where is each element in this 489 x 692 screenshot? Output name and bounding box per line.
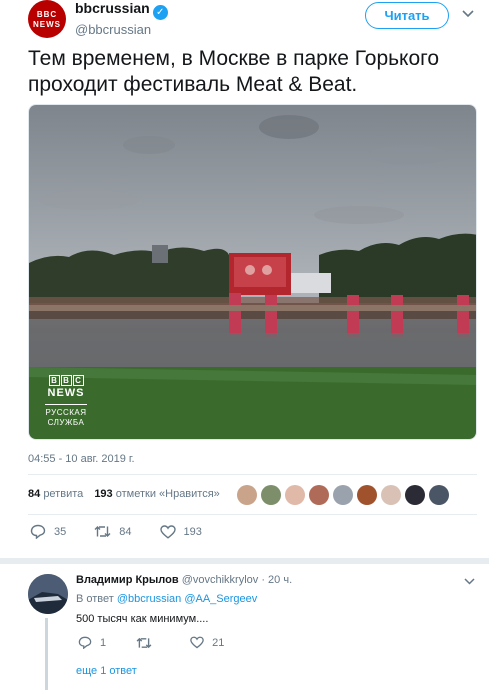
reply-count: 35 (54, 525, 67, 538)
author-block: bbcrussian ✓ @bbcrussian (75, 0, 168, 37)
retweet-icon (136, 637, 152, 648)
avatar-bbc-text: BBC (36, 10, 58, 19)
liker-avatar[interactable] (261, 485, 281, 505)
tweet-text: Тем временем, в Москве в парке Горького … (28, 47, 440, 96)
bbc-letter: B (48, 375, 60, 386)
like-count: 21 (212, 636, 225, 649)
like-button[interactable]: 21 (190, 636, 224, 649)
bbc-news-text: NEWS (47, 387, 85, 399)
park-scene-image (29, 105, 476, 439)
liker-avatar[interactable] (381, 485, 401, 505)
reply-button[interactable]: 1 (78, 636, 106, 649)
show-more-replies-link[interactable]: еще 1 ответ (76, 665, 137, 677)
liker-avatar[interactable] (333, 485, 353, 505)
verified-badge-icon: ✓ (152, 5, 168, 20)
avatar-news-text: NEWS (33, 20, 61, 29)
retweet-stat-label: ретвита (43, 488, 84, 500)
watermark-line-1: РУССКАЯ (45, 408, 87, 417)
reply-icon (30, 524, 46, 539)
tweet-actions: 35 84 193 (30, 524, 230, 539)
liker-avatar[interactable] (429, 485, 449, 505)
reply-icon (78, 636, 92, 649)
retweet-button[interactable] (136, 636, 160, 649)
reply-author-handle[interactable]: @vovchikkrylov (182, 574, 259, 586)
heart-icon (190, 636, 204, 649)
avatar[interactable]: BBC NEWS (28, 0, 66, 38)
chevron-down-icon[interactable] (464, 574, 475, 588)
tweet-stats: 84 ретвита 193 отметки «Нравится» (28, 488, 228, 500)
reply-to-line: В ответ @bbcrussian @AA_Sergeev (76, 593, 257, 605)
avatar[interactable] (28, 574, 68, 614)
bbc-letter: C (72, 375, 84, 386)
section-divider (0, 558, 489, 564)
reply-to-prefix: В ответ (76, 593, 114, 605)
liker-avatar[interactable] (237, 485, 257, 505)
retweet-stat-count: 84 (28, 488, 41, 500)
likes-stat[interactable]: 193 отметки «Нравится» (94, 488, 219, 500)
reply-count: 1 (100, 636, 107, 649)
follow-button[interactable]: Читать (365, 2, 449, 29)
heart-icon (159, 524, 176, 539)
tweet-timestamp[interactable]: 04:55 - 10 авг. 2019 г. (28, 453, 135, 465)
retweet-count: 84 (119, 525, 132, 538)
reply-button[interactable]: 35 (30, 524, 66, 539)
reply-header: Владимир Крылов @vovchikkrylov · 20 ч. (76, 574, 292, 586)
reply-actions: 1 21 (78, 636, 254, 649)
watermark-line-2: СЛУЖБА (47, 418, 85, 427)
divider (28, 474, 477, 475)
author-handle[interactable]: @bbcrussian (75, 22, 168, 37)
tweet-photo[interactable]: B B C NEWS РУССКАЯ СЛУЖБА (28, 104, 477, 440)
reply-author-name[interactable]: Владимир Крылов (76, 574, 179, 586)
like-button[interactable]: 193 (159, 524, 202, 539)
mention-link[interactable]: @bbcrussian (117, 593, 181, 605)
likes-stat-label: отметки «Нравится» (115, 488, 220, 500)
likes-stat-count: 193 (94, 488, 113, 500)
divider (28, 514, 477, 515)
watermark-divider (45, 404, 87, 405)
like-count: 193 (183, 525, 202, 538)
retweet-icon (94, 526, 111, 537)
thread-line (45, 618, 48, 690)
liker-avatar[interactable] (357, 485, 377, 505)
reply-time[interactable]: · 20 ч. (261, 574, 292, 586)
author-display-name[interactable]: bbcrussian (75, 0, 150, 16)
reply-avatar-image (28, 574, 68, 614)
likers-avatars (237, 485, 449, 505)
reply-text: 500 тысяч как минимум.... (76, 613, 209, 625)
liker-avatar[interactable] (285, 485, 305, 505)
retweet-stat[interactable]: 84 ретвита (28, 488, 83, 500)
liker-avatar[interactable] (309, 485, 329, 505)
chevron-down-icon[interactable] (462, 6, 474, 21)
retweet-button[interactable]: 84 (94, 524, 132, 539)
bbc-watermark-logo: B B C NEWS РУССКАЯ СЛУЖБА (43, 375, 89, 428)
liker-avatar[interactable] (405, 485, 425, 505)
mention-link[interactable]: @AA_Sergeev (184, 593, 257, 605)
bbc-letter: B (60, 375, 72, 386)
